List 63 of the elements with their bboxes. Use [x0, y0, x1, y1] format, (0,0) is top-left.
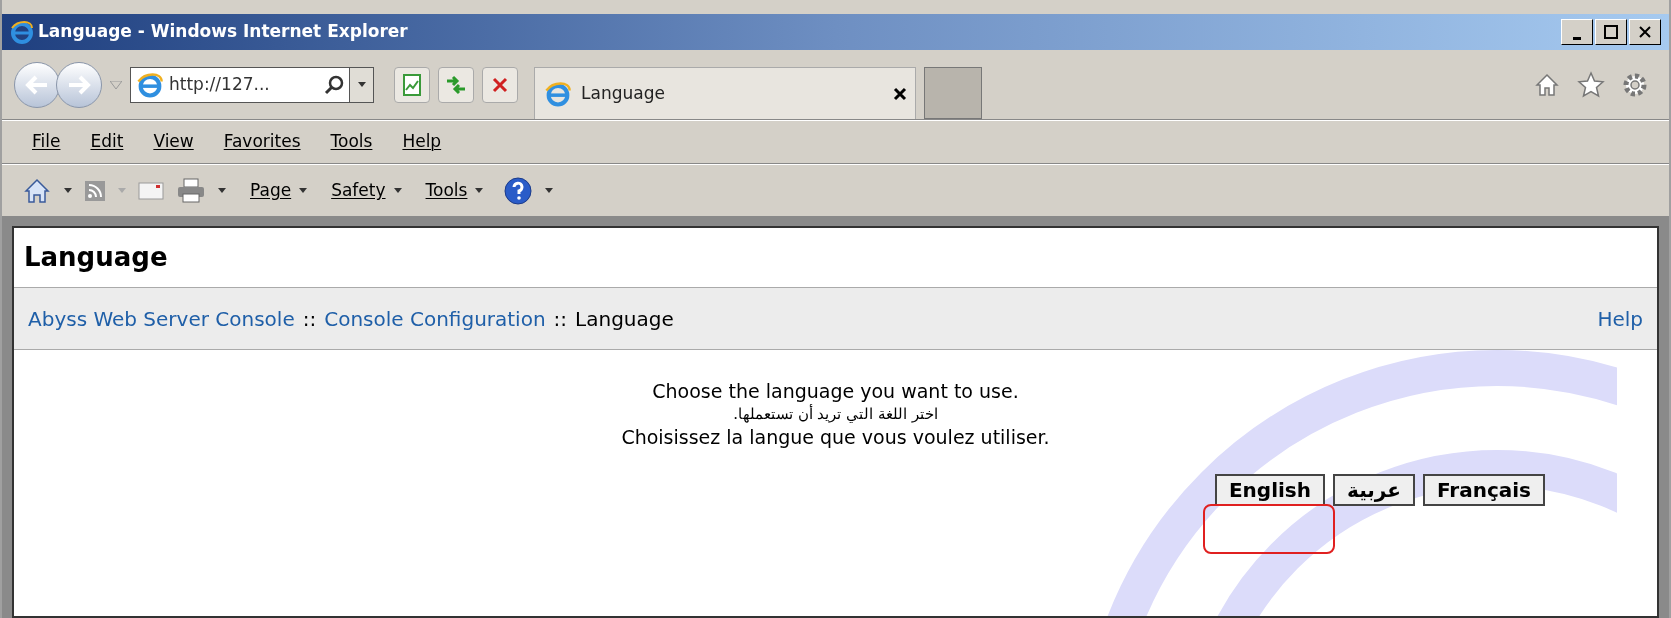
- command-menu[interactable]: Tools: [425, 177, 484, 204]
- help-link[interactable]: Help: [1597, 303, 1643, 334]
- page-logo-icon: [135, 70, 165, 99]
- language-button[interactable]: Français: [1422, 474, 1545, 506]
- caret-icon: [118, 188, 126, 193]
- address-text: http://127...: [169, 72, 270, 96]
- refresh-button[interactable]: [438, 66, 474, 103]
- caret-icon: [475, 188, 484, 193]
- command-menu[interactable]: Safety: [331, 177, 402, 204]
- browser-tab[interactable]: Language: [534, 67, 916, 119]
- menu-item[interactable]: File: [32, 129, 61, 155]
- instruction-text: Choisissez la langue que vous voulez utiliser.: [621, 425, 1050, 450]
- compatibility-button[interactable]: [394, 66, 430, 103]
- menu-item[interactable]: View: [153, 129, 194, 155]
- forward-arrow-icon: [67, 74, 91, 95]
- feed-icon[interactable]: [84, 179, 106, 202]
- window-title: Language - Windows Internet Explorer: [38, 20, 408, 44]
- breadcrumb-separator: ::: [302, 305, 317, 333]
- menu-item[interactable]: Favorites: [223, 129, 301, 155]
- breadcrumb-link[interactable]: Abyss Web Server Console: [28, 303, 295, 334]
- breadcrumb-current: Language: [575, 305, 674, 333]
- caret-icon: [110, 80, 122, 89]
- close-icon: [492, 76, 508, 93]
- browser-logo-icon: [10, 20, 34, 44]
- back-button[interactable]: [14, 61, 60, 108]
- home-icon[interactable]: [22, 176, 52, 205]
- dropdown-button[interactable]: [349, 67, 373, 102]
- caret-icon: [545, 188, 554, 193]
- menu-item[interactable]: Edit: [90, 129, 124, 155]
- maximize-button[interactable]: [1595, 19, 1627, 45]
- search-icon: [323, 73, 345, 96]
- command-menu[interactable]: Page: [250, 177, 308, 204]
- language-button[interactable]: عربية: [1333, 474, 1415, 506]
- page-icon: [402, 73, 422, 96]
- page-logo-icon: [543, 79, 573, 108]
- breadcrumb-separator: ::: [553, 305, 568, 333]
- menu-item[interactable]: Help: [402, 129, 442, 155]
- breadcrumb-link[interactable]: Console Configuration: [324, 303, 546, 334]
- caret-icon: [393, 188, 402, 193]
- instruction-text: اختر اللغة التي تريد أن تستعملها.: [733, 404, 938, 424]
- stop-button[interactable]: [482, 66, 518, 103]
- printer-icon[interactable]: [176, 177, 206, 204]
- forward-button[interactable]: [56, 61, 102, 108]
- caret-icon: [299, 188, 308, 193]
- minimize-icon: [1573, 36, 1581, 40]
- minimize-button[interactable]: [1561, 19, 1593, 45]
- caret-icon: [218, 188, 226, 193]
- help-icon[interactable]: [503, 175, 534, 206]
- tab-title: Language: [581, 81, 665, 105]
- back-arrow-icon: [25, 74, 49, 95]
- caret-icon: [357, 82, 366, 87]
- menu-item[interactable]: Tools: [330, 129, 373, 155]
- instruction-text: Choose the language you want to use.: [652, 379, 1019, 404]
- maximize-icon: [1604, 25, 1618, 39]
- language-button[interactable]: English: [1214, 474, 1325, 506]
- mail-icon[interactable]: [138, 180, 164, 201]
- close-icon: [1638, 25, 1652, 39]
- star-icon[interactable]: [1577, 70, 1605, 99]
- refresh-arrows-icon: [445, 74, 467, 95]
- caret-icon: [64, 188, 72, 193]
- close-icon[interactable]: [893, 86, 907, 101]
- address-field[interactable]: http://127...: [130, 66, 374, 103]
- close-button[interactable]: [1629, 19, 1661, 45]
